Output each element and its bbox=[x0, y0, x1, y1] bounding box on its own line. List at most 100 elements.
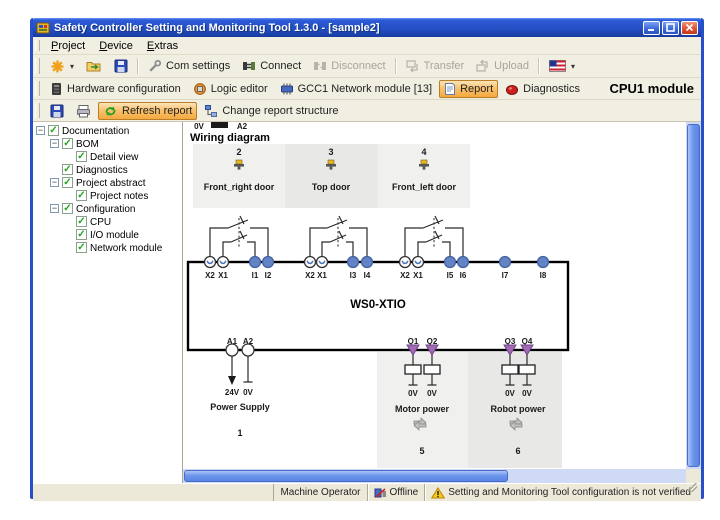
hardware-configuration-label: Hardware configuration bbox=[67, 83, 181, 95]
menu-project[interactable]: Project bbox=[44, 39, 92, 53]
svg-text:I2: I2 bbox=[265, 271, 272, 280]
refresh-report-button[interactable]: Refresh report bbox=[98, 102, 197, 120]
disconnect-plug-icon bbox=[313, 59, 327, 73]
svg-text:0V: 0V bbox=[522, 389, 532, 398]
refresh-report-label: Refresh report bbox=[122, 105, 192, 117]
tree-item-cpu[interactable]: ✓ CPU bbox=[33, 215, 182, 228]
checkbox-checked-icon[interactable]: ✓ bbox=[76, 151, 87, 162]
toolbar-grip[interactable] bbox=[35, 40, 40, 52]
checkbox-checked-icon[interactable]: ✓ bbox=[48, 125, 59, 136]
wiring-diagram-heading: Wiring diagram bbox=[190, 132, 270, 144]
change-report-structure-button[interactable]: Change report structure bbox=[199, 102, 343, 120]
tree-item-configuration[interactable]: − ✓ Configuration bbox=[33, 202, 182, 215]
toolbar-grip[interactable] bbox=[35, 81, 40, 96]
horizontal-scrollbar-thumb[interactable] bbox=[184, 470, 508, 482]
svg-text:I4: I4 bbox=[364, 271, 371, 280]
new-project-button[interactable]: ▾ bbox=[45, 57, 79, 76]
tree-item-network-module[interactable]: ✓ Network module bbox=[33, 241, 182, 254]
svg-text:X1: X1 bbox=[317, 271, 327, 280]
checkbox-checked-icon[interactable]: ✓ bbox=[62, 203, 73, 214]
svg-text:I5: I5 bbox=[447, 271, 454, 280]
disconnect-label: Disconnect bbox=[331, 60, 385, 72]
maximize-button[interactable] bbox=[662, 21, 679, 35]
refresh-icon bbox=[103, 104, 118, 118]
print-report-button[interactable] bbox=[71, 102, 96, 120]
hardware-configuration-button[interactable]: Hardware configuration bbox=[45, 80, 186, 98]
svg-text:0V: 0V bbox=[427, 389, 437, 398]
toolbar-separator bbox=[538, 58, 540, 74]
collapse-icon[interactable]: − bbox=[50, 178, 59, 187]
door-circuit-1 bbox=[210, 216, 268, 262]
connect-button[interactable]: Connect bbox=[237, 57, 306, 75]
chevron-down-icon: ▾ bbox=[571, 62, 575, 71]
tree-item-detail-view[interactable]: ✓ Detail view bbox=[33, 150, 182, 163]
wrench-icon bbox=[148, 59, 162, 73]
report-content-column: 0V A2 Wiring diagram bbox=[183, 122, 701, 483]
open-project-button[interactable] bbox=[81, 57, 107, 75]
upload-button: Upload bbox=[471, 57, 534, 75]
change-report-structure-label: Change report structure bbox=[222, 105, 338, 117]
save-project-button[interactable] bbox=[109, 57, 133, 75]
checkbox-checked-icon[interactable]: ✓ bbox=[76, 229, 87, 240]
menu-extras[interactable]: Extras bbox=[140, 39, 185, 53]
hardware-module-icon bbox=[50, 82, 63, 96]
resize-grip[interactable] bbox=[688, 483, 697, 492]
wiring-diagram: 0V A2 Wiring diagram bbox=[183, 122, 686, 469]
report-structure-icon bbox=[204, 104, 218, 118]
report-button[interactable]: Report bbox=[439, 80, 498, 98]
menu-device[interactable]: Device bbox=[92, 39, 140, 53]
chevron-down-icon: ▾ bbox=[70, 62, 74, 71]
clipped-label-0v: 0V bbox=[194, 122, 204, 131]
tree-item-bom[interactable]: − ✓ BOM bbox=[33, 137, 182, 150]
toolbar-report: Refresh report Change report structure bbox=[33, 100, 701, 122]
tree-item-documentation[interactable]: − ✓ Documentation bbox=[33, 124, 182, 137]
window-title: Safety Controller Setting and Monitoring… bbox=[54, 22, 641, 34]
open-folder-icon bbox=[86, 59, 102, 73]
tree-item-diagnostics[interactable]: ✓ Diagnostics bbox=[33, 163, 182, 176]
scrollbar-corner bbox=[686, 469, 701, 483]
com-settings-label: Com settings bbox=[166, 60, 230, 72]
power-supply-label: Power Supply bbox=[210, 402, 270, 412]
menu-bar: Project Device Extras bbox=[33, 37, 701, 55]
new-star-icon bbox=[50, 59, 65, 74]
output-label: Robot power bbox=[491, 404, 546, 414]
network-module-button[interactable]: GCC1 Network module [13] bbox=[275, 80, 438, 98]
vertical-scrollbar-thumb[interactable] bbox=[687, 124, 700, 467]
tree-item-project-notes[interactable]: ✓ Project notes bbox=[33, 189, 182, 202]
horizontal-scrollbar[interactable] bbox=[183, 469, 686, 483]
language-select-button[interactable]: ▾ bbox=[544, 58, 580, 74]
terminal-labels-top: X2 X1 I1 I2 X2 X1 I3 I4 X2 X1 I5 I6 bbox=[205, 271, 547, 280]
save-report-button[interactable] bbox=[45, 102, 69, 120]
power-supply-number: 1 bbox=[237, 428, 242, 438]
title-bar[interactable]: Safety Controller Setting and Monitoring… bbox=[33, 18, 701, 37]
door-number: 3 bbox=[328, 147, 333, 157]
report-page: 0V A2 Wiring diagram bbox=[183, 122, 686, 469]
report-label: Report bbox=[460, 83, 493, 95]
toolbar-grip[interactable] bbox=[35, 103, 40, 118]
status-bar: Machine Operator Offline Setting and Mon… bbox=[33, 483, 701, 501]
toolbar-grip[interactable] bbox=[35, 58, 40, 73]
minimize-button[interactable] bbox=[643, 21, 660, 35]
logic-editor-label: Logic editor bbox=[211, 83, 268, 95]
checkbox-checked-icon[interactable]: ✓ bbox=[76, 190, 87, 201]
vertical-scrollbar[interactable] bbox=[686, 122, 701, 469]
collapse-icon[interactable]: − bbox=[50, 139, 59, 148]
diagnostics-button[interactable]: Diagnostics bbox=[500, 80, 585, 98]
output-number: 5 bbox=[419, 446, 424, 456]
collapse-icon[interactable]: − bbox=[36, 126, 45, 135]
checkbox-checked-icon[interactable]: ✓ bbox=[62, 164, 73, 175]
checkbox-checked-icon[interactable]: ✓ bbox=[62, 177, 73, 188]
tree-item-project-abstract[interactable]: − ✓ Project abstract bbox=[33, 176, 182, 189]
com-settings-button[interactable]: Com settings bbox=[143, 57, 235, 75]
svg-text:X2: X2 bbox=[205, 271, 215, 280]
svg-text:0V: 0V bbox=[243, 388, 253, 397]
checkbox-checked-icon[interactable]: ✓ bbox=[76, 242, 87, 253]
current-module-label: CPU1 module bbox=[609, 81, 701, 96]
tree-item-io-module[interactable]: ✓ I/O module bbox=[33, 228, 182, 241]
collapse-icon[interactable]: − bbox=[50, 204, 59, 213]
checkbox-checked-icon[interactable]: ✓ bbox=[76, 216, 87, 227]
checkbox-checked-icon[interactable]: ✓ bbox=[62, 138, 73, 149]
logic-editor-button[interactable]: Logic editor bbox=[188, 80, 273, 98]
report-page-icon bbox=[444, 82, 456, 96]
close-button[interactable] bbox=[681, 21, 698, 35]
